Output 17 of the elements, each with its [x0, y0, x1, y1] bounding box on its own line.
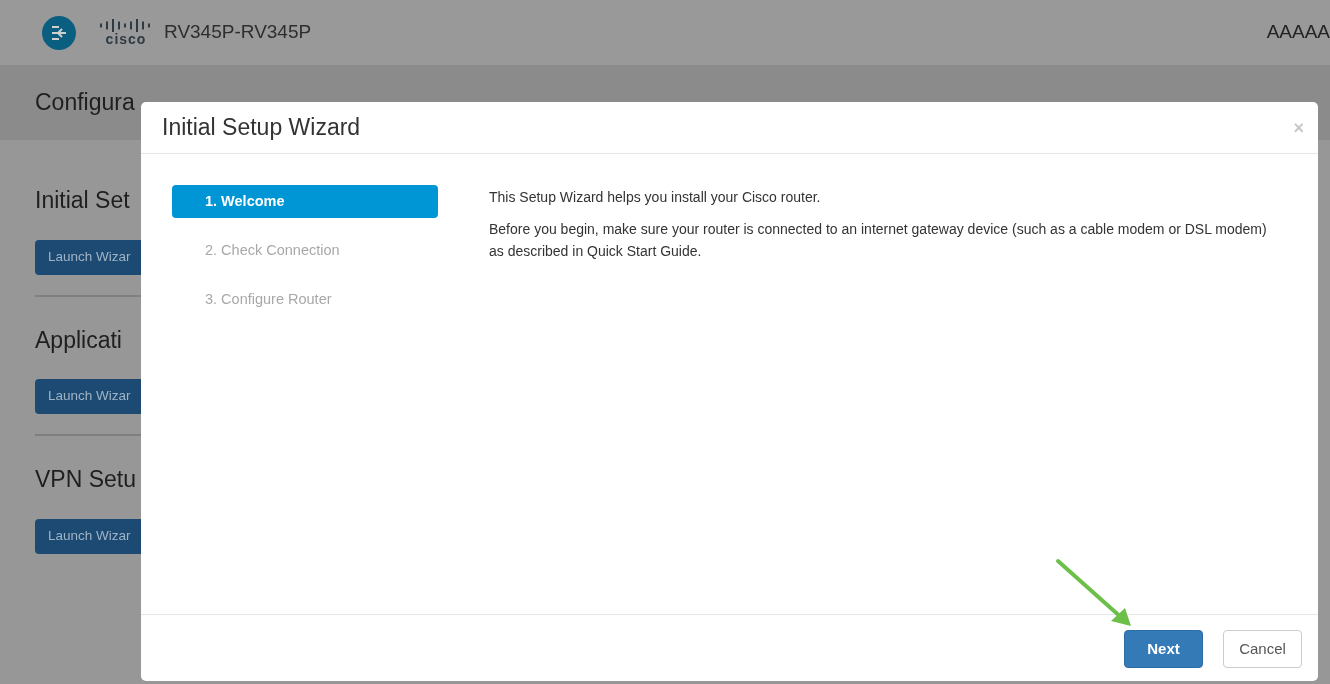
user-name[interactable]: AAAAA: [1266, 18, 1330, 47]
device-name: RV345P-RV345P: [164, 20, 312, 45]
next-button[interactable]: Next: [1124, 630, 1203, 668]
page-title: Configura: [35, 88, 135, 118]
description-text: This Setup Wizard helps you install your Cisco router.: [489, 188, 822, 207]
launch-wizard-button[interactable]: Launch Wizar: [35, 239, 141, 275]
cancel-button[interactable]: Cancel: [1223, 630, 1302, 668]
logout-icon[interactable]: [42, 15, 76, 50]
description-text: Before you begin, make sure your router is connected to an internet gateway device (such as a cable modem or DSL modem) as described in Quick Start Guide.: [489, 220, 1268, 261]
logo-text: cisco: [105, 32, 147, 46]
section-title: Applicati: [35, 325, 123, 355]
launch-wizard-button[interactable]: Launch Wizar: [35, 379, 141, 414]
section-title: VPN Setu: [35, 465, 137, 494]
launch-wizard-button[interactable]: Launch Wizar: [35, 518, 141, 554]
section-title: Initial Set: [35, 186, 131, 215]
wizard-step[interactable]: 1. Welcome: [172, 185, 438, 218]
dialog-title: Initial Setup Wizard: [162, 113, 361, 143]
